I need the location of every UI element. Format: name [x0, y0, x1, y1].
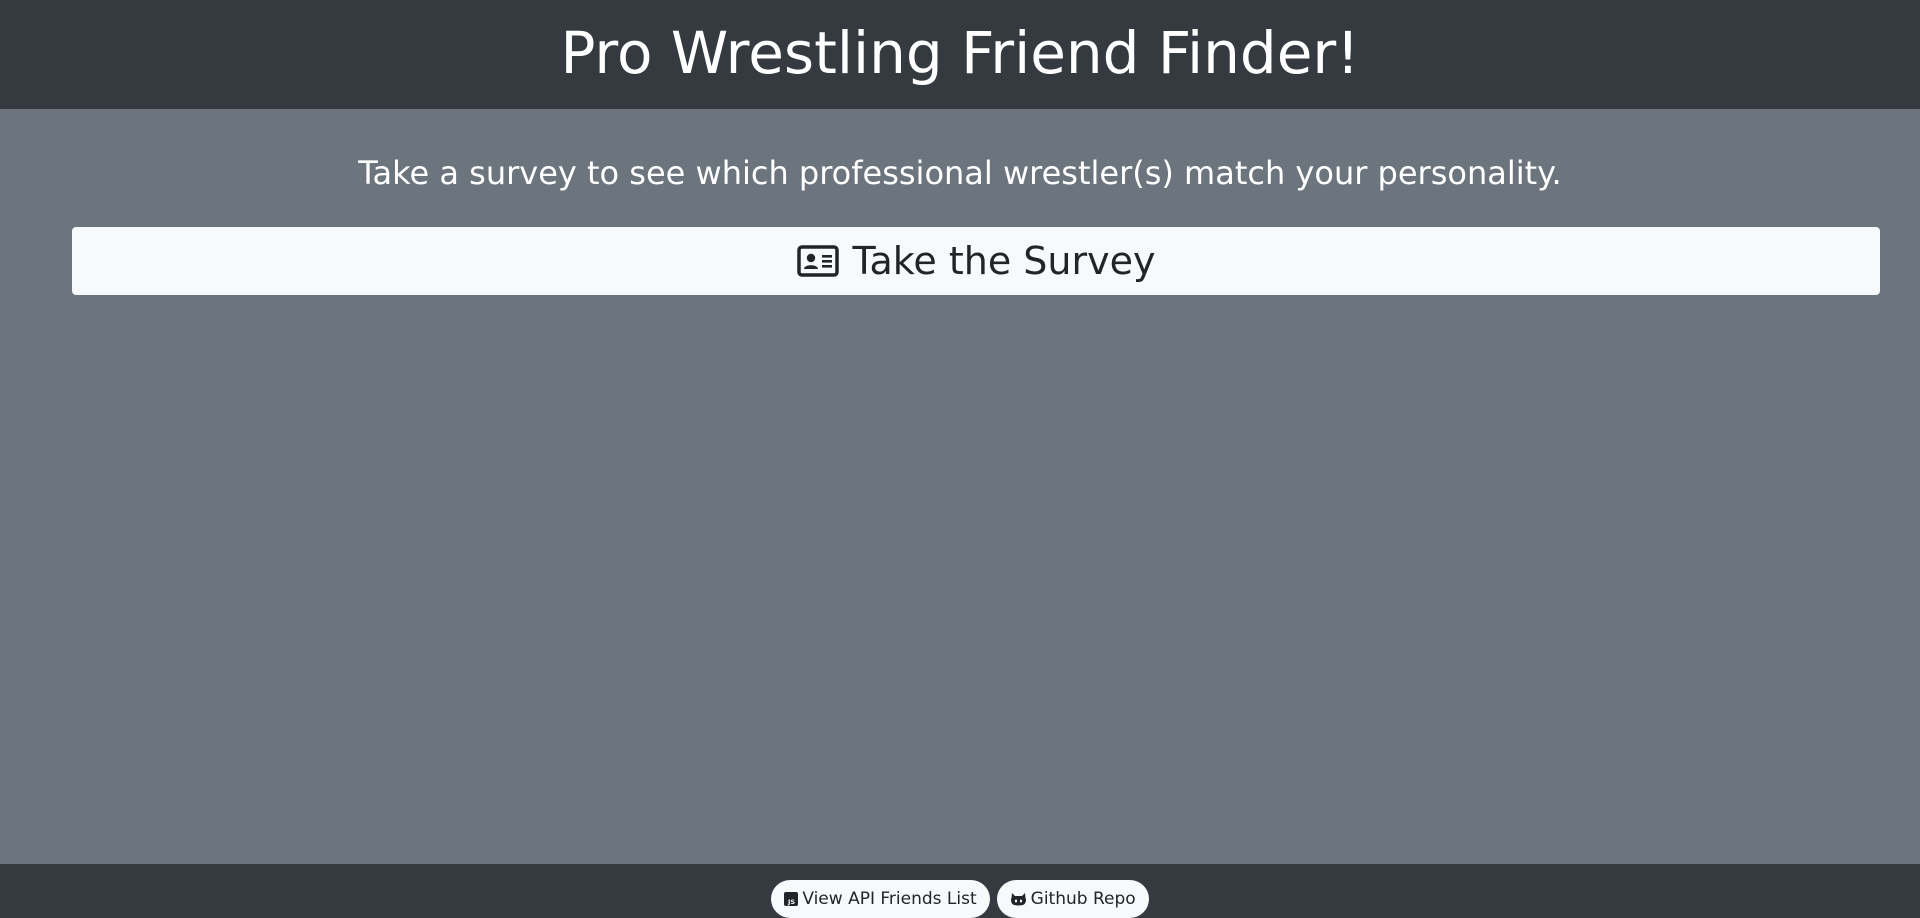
github-icon [1010, 892, 1027, 906]
github-repo-label: Github Repo [1030, 889, 1136, 909]
header-bar: Pro Wrestling Friend Finder! [0, 0, 1920, 109]
page: Pro Wrestling Friend Finder! Take a surv… [0, 0, 1920, 918]
github-repo-link[interactable]: Github Repo [996, 880, 1149, 918]
api-friends-list-label: View API Friends List [802, 889, 977, 909]
page-subtitle: Take a survey to see which professional … [358, 154, 1562, 192]
api-friends-list-link[interactable]: JS View API Friends List [771, 880, 990, 918]
svg-text:JS: JS [787, 898, 795, 906]
take-survey-label: Take the Survey [852, 239, 1156, 283]
take-survey-button[interactable]: Take the Survey [72, 227, 1880, 295]
footer-bar: JS View API Friends List Github Repo [0, 864, 1920, 918]
id-card-icon [796, 245, 839, 277]
page-title: Pro Wrestling Friend Finder! [560, 18, 1360, 87]
js-square-icon: JS [784, 892, 799, 906]
